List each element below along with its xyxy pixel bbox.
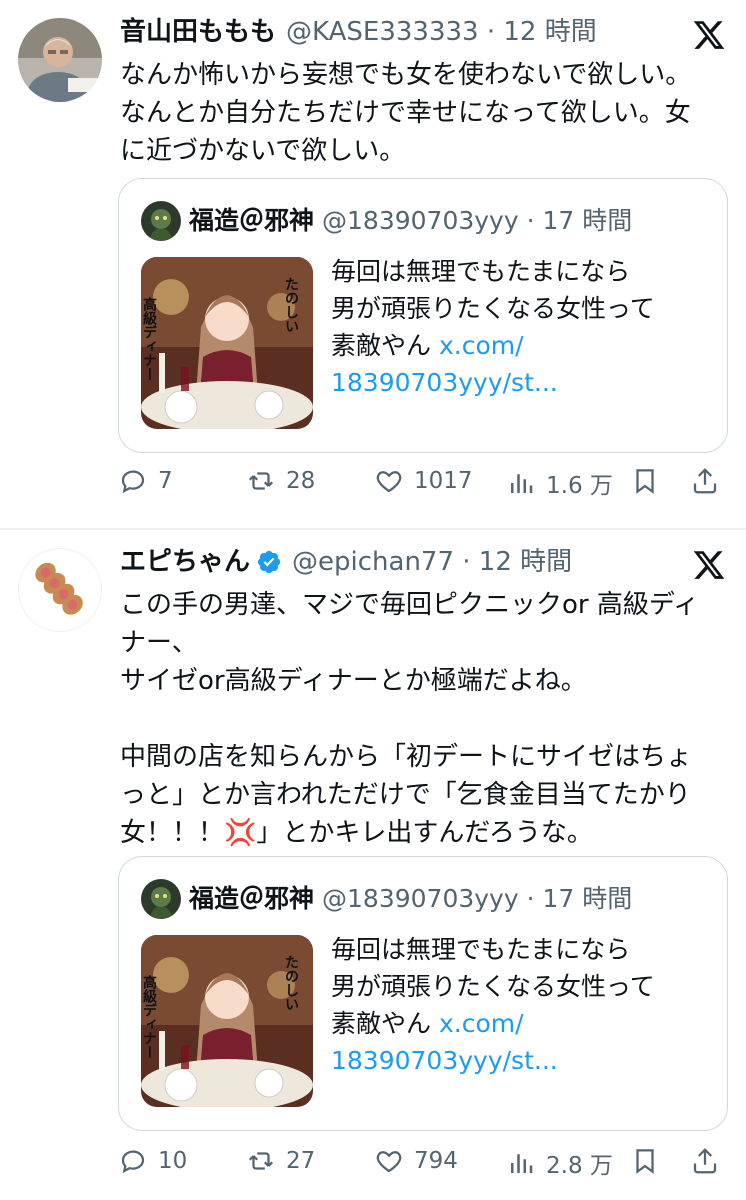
- tweet-text: この手の男達、マジで毎回ピクニックor 高級ディ ナー、 サイゼor高級ディナー…: [120, 590, 700, 848]
- heart-icon: [376, 471, 402, 493]
- like-count: 794: [414, 1148, 458, 1174]
- quoted-header: 福造＠邪神 @18390703yyy · 17 時間: [189, 881, 632, 917]
- quoted-handle-and-time: @18390703yyy · 17 時間: [322, 206, 633, 235]
- x-logo-icon[interactable]: [692, 548, 726, 582]
- share-button[interactable]: [690, 1146, 730, 1176]
- reply-button[interactable]: 10: [118, 1146, 187, 1176]
- views-button[interactable]: 1.6 万: [506, 466, 613, 500]
- quoted-text: 毎回は無理でもたまになら 男が頑張りたくなる女性って 素敵やん x.com/ 1…: [331, 931, 711, 1079]
- repost-count: 27: [286, 1148, 316, 1174]
- views-icon: [511, 1154, 533, 1173]
- image-caption-right: たのしい: [283, 277, 299, 333]
- action-bar: 10 27 794 2.8 万: [118, 1146, 728, 1186]
- verified-badge-icon: [256, 549, 282, 575]
- reply-icon: [121, 470, 145, 494]
- image-caption-left: 高級ディナー: [141, 296, 157, 381]
- tweet-header: エピちゃん @epichan77 · 12 時間: [120, 544, 572, 580]
- bookmark-button[interactable]: [630, 1146, 670, 1176]
- handle-and-time[interactable]: @epichan77 · 12 時間: [292, 544, 572, 580]
- tweet-header: 音山田ももも @KASE333333 · 12 時間: [120, 14, 597, 50]
- quoted-image[interactable]: 高級ディナー たのしい: [141, 257, 313, 429]
- reply-count: 10: [158, 1148, 188, 1174]
- like-count: 1017: [414, 468, 473, 494]
- bookmark-icon: [636, 469, 654, 494]
- share-icon: [693, 1148, 717, 1174]
- user-avatar[interactable]: [18, 18, 102, 102]
- views-button[interactable]: 2.8 万: [506, 1146, 613, 1180]
- user-avatar[interactable]: [18, 548, 102, 632]
- image-caption-left: 高級ディナー: [141, 974, 157, 1059]
- quoted-tweet[interactable]: 福造＠邪神 @18390703yyy · 17 時間 高級ディナー たのしい 毎…: [118, 856, 728, 1131]
- bookmark-icon: [636, 1149, 654, 1174]
- quoted-text: 毎回は無理でもたまになら 男が頑張りたくなる女性って 素敵やん x.com/ 1…: [331, 253, 711, 401]
- action-bar: 7 28 1017 1.6 万: [118, 466, 728, 506]
- reply-icon: [121, 1150, 145, 1174]
- tweet-2[interactable]: エピちゃん @epichan77 · 12 時間 この手の男達、マジで毎回ピクニ…: [0, 532, 746, 1200]
- like-button[interactable]: 1017: [374, 466, 473, 496]
- reply-count: 7: [158, 468, 173, 494]
- repost-count: 28: [286, 468, 316, 494]
- view-count: 2.8 万: [546, 1153, 613, 1179]
- reply-button[interactable]: 7: [118, 466, 173, 496]
- heart-icon: [376, 1151, 402, 1173]
- bookmark-button[interactable]: [630, 466, 670, 496]
- quoted-tweet[interactable]: 福造＠邪神 @18390703yyy · 17 時間 高級ディナー たのしい 毎…: [118, 178, 728, 453]
- image-caption-right: たのしい: [283, 955, 299, 1011]
- display-name[interactable]: エピちゃん: [120, 544, 250, 580]
- quoted-display-name: 福造＠邪神: [189, 884, 315, 913]
- tweet-text: なんか怖いから妄想でも女を使わないで欲しい。 なんとか自分たちだけで幸せになって…: [120, 60, 692, 166]
- quoted-header: 福造＠邪神 @18390703yyy · 17 時間: [189, 203, 632, 239]
- tweet-divider: [0, 528, 746, 530]
- quoted-handle-and-time: @18390703yyy · 17 時間: [322, 884, 633, 913]
- share-button[interactable]: [690, 466, 730, 496]
- quoted-image[interactable]: 高級ディナー たのしい: [141, 935, 313, 1107]
- share-icon: [693, 468, 717, 494]
- view-count: 1.6 万: [546, 473, 613, 499]
- repost-icon: [248, 1152, 274, 1170]
- x-logo-icon[interactable]: [692, 18, 726, 52]
- like-button[interactable]: 794: [374, 1146, 458, 1176]
- quoted-user-avatar: [141, 879, 181, 919]
- display-name[interactable]: 音山田ももも: [120, 14, 276, 50]
- views-icon: [511, 474, 533, 493]
- handle-and-time[interactable]: @KASE333333 · 12 時間: [286, 14, 597, 50]
- repost-button[interactable]: 27: [246, 1146, 315, 1176]
- repost-icon: [248, 472, 274, 490]
- repost-button[interactable]: 28: [246, 466, 315, 496]
- quoted-display-name: 福造＠邪神: [189, 206, 315, 235]
- quoted-user-avatar: [141, 201, 181, 241]
- tweet-1[interactable]: 音山田ももも @KASE333333 · 12 時間 なんか怖いから妄想でも女を…: [0, 0, 746, 525]
